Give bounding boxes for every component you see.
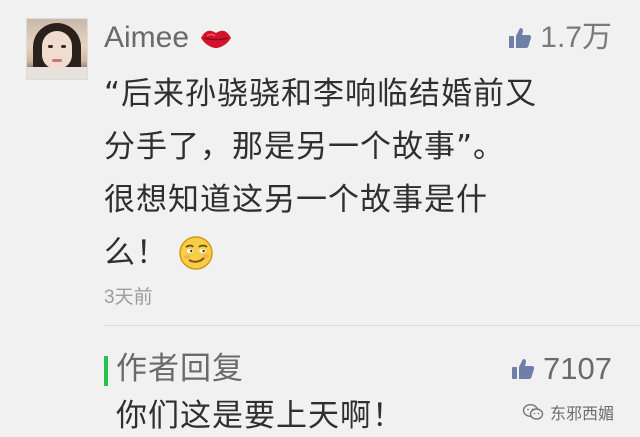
comment-line: “后来孙骁骁和李响临结婚前又	[104, 76, 538, 112]
comment-like-button[interactable]: 1.7万	[508, 20, 612, 56]
wechat-icon	[522, 403, 544, 420]
comment-line: 么！	[104, 235, 168, 271]
author-reply-text: 你们这是要上天啊！	[116, 398, 404, 434]
avatar-mouth	[52, 59, 62, 62]
avatar-eye-right	[61, 45, 66, 48]
lips-icon	[201, 30, 232, 48]
comment-last-line: 么！	[104, 227, 614, 280]
thumb-up-icon	[509, 28, 532, 48]
author-reply-title: 作者回复	[116, 351, 244, 387]
comment-timestamp: 3天前	[104, 287, 153, 308]
comment-divider	[104, 325, 640, 326]
comment-line: 很想知道这另一个故事是什	[104, 182, 488, 218]
watermark-label: 东邪西媚	[549, 404, 614, 423]
reply-like-count: 7107	[543, 351, 612, 386]
avatar[interactable]	[26, 18, 88, 80]
avatar-eye-left	[48, 45, 53, 48]
author-reply-accent	[104, 356, 108, 386]
comment-text: “后来孙骁骁和李响临结婚前又 分手了，那是另一个故事”。 很想知道这另一个故事是…	[104, 68, 614, 280]
smirk-emoji-icon	[179, 236, 213, 270]
username-text: Aimee	[104, 21, 190, 54]
watermark: 东邪西媚	[522, 400, 614, 424]
comment-line: 分手了，那是另一个故事”。	[104, 129, 506, 165]
reply-like-button[interactable]: 7107	[511, 348, 612, 390]
comment-card: Aimee 1.7万 “后来孙骁骁和李响临结婚前又 分手了，那是另一个故事”。 …	[0, 0, 640, 330]
comment-username[interactable]: Aimee	[104, 20, 233, 56]
thumb-up-icon	[512, 359, 535, 379]
avatar-face	[42, 31, 72, 69]
comment-like-count: 1.7万	[540, 21, 612, 54]
